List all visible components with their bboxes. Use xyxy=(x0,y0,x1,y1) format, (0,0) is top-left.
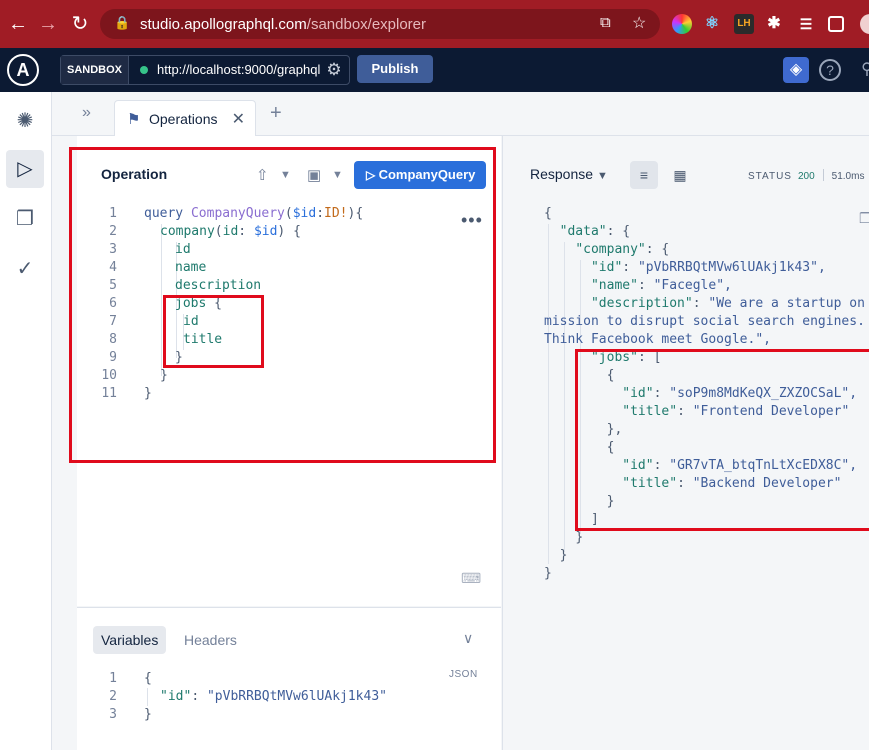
response-value: { xyxy=(544,206,552,221)
response-line[interactable]: "data": { xyxy=(544,224,630,239)
browser-toolbar: ← → ↻ 🔒 studio.apollographql.com/sandbox… xyxy=(0,0,869,48)
response-value: mission to disrupt social search engines… xyxy=(544,314,865,329)
response-value: "pVbRRBQtMVw6lUAkj1k43", xyxy=(637,260,826,275)
bookmark-icon: ⚑ xyxy=(127,111,141,128)
annotation-box-jobs xyxy=(163,295,264,368)
variables-line[interactable]: "id": "pVbRRBQtMVw6lUAkj1k43" xyxy=(160,689,387,704)
response-key: "description" xyxy=(590,296,693,311)
feedback-icon[interactable]: ⚲ xyxy=(854,57,869,83)
address-bar[interactable]: 🔒 studio.apollographql.com/sandbox/explo… xyxy=(100,9,660,39)
media-icon[interactable]: ☰ xyxy=(796,14,816,34)
response-value: "We are a startup on xyxy=(708,296,865,311)
collapse-chevron-icon[interactable]: » xyxy=(82,104,102,124)
list-view-icon[interactable]: ≡ xyxy=(630,161,658,189)
json-label: JSON xyxy=(449,669,478,680)
response-line[interactable]: "id": "pVbRRBQtMVw6lUAkj1k43", xyxy=(544,260,826,275)
publish-button[interactable]: Publish xyxy=(357,55,433,83)
close-icon[interactable]: ✕ xyxy=(232,109,245,129)
gear-icon[interactable]: ⚙ xyxy=(323,59,345,81)
document-icon[interactable]: ❐ xyxy=(6,200,44,238)
response-value: } xyxy=(559,548,568,563)
response-key: "company" xyxy=(575,242,646,257)
forward-arrow-icon[interactable]: → xyxy=(36,12,60,36)
variables-pane: Variables Headers ∨ JSON 1 2 3 { "id": "… xyxy=(77,607,501,750)
sandbox-badge: SANDBOX xyxy=(61,56,129,84)
operations-tab-strip: » ⚑ Operations ✕ + xyxy=(52,92,869,137)
tab-variables[interactable]: Variables xyxy=(93,626,167,654)
schema-icon[interactable]: ✺ xyxy=(6,102,44,140)
response-value: { xyxy=(622,224,631,239)
response-line[interactable]: { xyxy=(544,206,552,221)
copy-icon[interactable]: ❐ xyxy=(859,210,869,227)
variables-line[interactable]: } xyxy=(144,707,152,722)
react-devtools-icon[interactable]: ⚛ xyxy=(702,14,722,34)
line-number: 3 xyxy=(109,707,117,722)
response-key: "name" xyxy=(590,278,638,293)
left-sidebar: ✺ ▷ ❐ ✓ xyxy=(0,92,52,750)
chevron-down-icon: ▼ xyxy=(596,170,608,182)
share-icon[interactable]: ⧉ xyxy=(600,14,611,31)
check-icon[interactable]: ✓ xyxy=(6,250,44,288)
response-key: "data" xyxy=(559,224,607,239)
app-header: A SANDBOX http://localhost:9000/graphql … xyxy=(0,48,869,92)
apollo-logo[interactable]: A xyxy=(7,54,39,86)
annotation-box-response-jobs xyxy=(575,349,869,531)
response-line[interactable]: } xyxy=(544,530,583,545)
endpoint-url[interactable]: http://localhost:9000/graphql xyxy=(157,62,320,77)
response-value: { xyxy=(661,242,670,257)
help-icon[interactable]: ? xyxy=(819,59,841,81)
keyboard-icon[interactable]: ⌨ xyxy=(461,570,481,587)
status-indicator: STATUS 200 51.0ms xyxy=(748,169,865,182)
back-arrow-icon[interactable]: ← xyxy=(6,12,30,36)
lighthouse-icon[interactable]: LH xyxy=(734,14,754,34)
response-value: "Facegle", xyxy=(653,278,732,293)
url-text: studio.apollographql.com/sandbox/explore… xyxy=(140,16,427,33)
chevron-down-icon[interactable]: ∨ xyxy=(463,630,473,647)
tab-headers[interactable]: Headers xyxy=(176,626,245,654)
puzzle-icon[interactable]: ✱ xyxy=(764,14,784,34)
line-number: 1 xyxy=(109,671,117,686)
response-title[interactable]: Response ▼ xyxy=(530,166,608,182)
reload-icon[interactable]: ↻ xyxy=(68,12,92,36)
response-value: Think Facebook meet Google.", xyxy=(544,332,771,347)
tab-operations-label: Operations xyxy=(149,111,218,127)
response-value: } xyxy=(544,566,552,581)
response-line[interactable]: Think Facebook meet Google.", xyxy=(544,332,771,347)
endpoint-selector[interactable]: SANDBOX http://localhost:9000/graphql ⚙ xyxy=(60,55,350,85)
plus-icon[interactable]: + xyxy=(270,102,282,125)
response-line[interactable]: "description": "We are a startup on xyxy=(544,296,865,311)
profile-avatar[interactable] xyxy=(860,14,869,34)
explorer-play-icon[interactable]: ▷ xyxy=(6,150,44,188)
graph-icon[interactable]: ◈ xyxy=(783,57,809,83)
line-number: 2 xyxy=(109,689,117,704)
sidepanel-icon[interactable] xyxy=(828,16,844,32)
response-key: "id" xyxy=(590,260,623,275)
response-line[interactable]: "name": "Facegle", xyxy=(544,278,732,293)
table-view-icon[interactable]: ▦ xyxy=(666,161,694,189)
connection-status-dot xyxy=(140,66,148,74)
response-line[interactable]: } xyxy=(544,566,552,581)
tab-operations[interactable]: ⚑ Operations ✕ xyxy=(114,100,256,137)
star-icon[interactable]: ☆ xyxy=(632,13,646,33)
response-line[interactable]: mission to disrupt social search engines… xyxy=(544,314,865,329)
response-line[interactable]: } xyxy=(544,548,568,563)
response-line[interactable]: "company": { xyxy=(544,242,669,257)
color-extension-icon[interactable] xyxy=(672,14,692,34)
indent-guide xyxy=(147,688,148,706)
lock-icon: 🔒 xyxy=(114,15,131,30)
variables-line[interactable]: { xyxy=(144,671,152,686)
annotation-box-operation xyxy=(69,147,496,463)
response-value: } xyxy=(575,530,584,545)
